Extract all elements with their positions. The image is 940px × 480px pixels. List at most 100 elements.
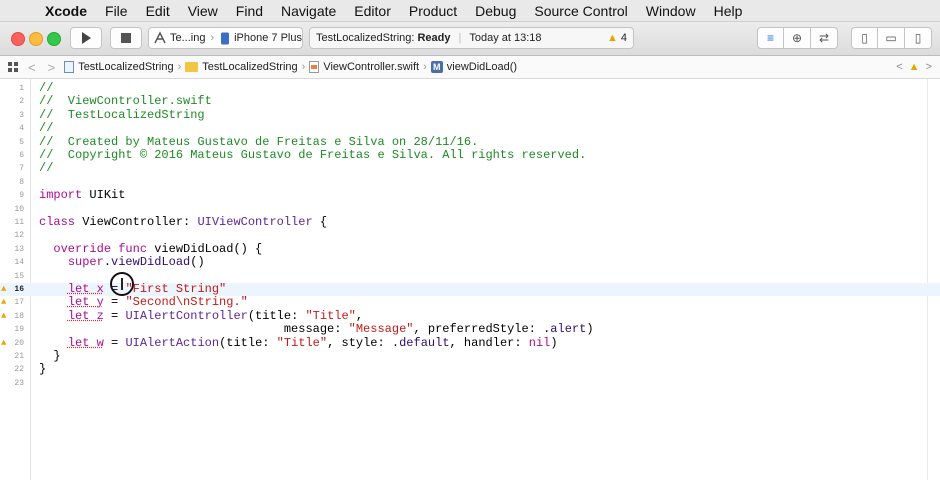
code-line[interactable]: 5 // Created by Mateus Gustavo de Freitas… xyxy=(0,134,940,149)
code-line[interactable]: 7 // xyxy=(0,162,940,175)
code-text: let w = UIAlertAction(title: "Title", st… xyxy=(39,335,558,350)
code-line[interactable]: 1 // xyxy=(0,82,940,95)
breadcrumb-file[interactable]: ViewController.swift xyxy=(306,61,422,73)
iphone-icon xyxy=(219,31,231,45)
code-token: "Title" xyxy=(305,308,356,323)
menu-source-control[interactable]: Source Control xyxy=(525,3,636,19)
run-button[interactable] xyxy=(70,27,102,49)
device-name: iPhone 7 Plus xyxy=(234,32,302,44)
breadcrumb-project[interactable]: TestLocalizedString xyxy=(61,61,176,73)
code-line[interactable]: ▲ 17 let y = "Second\nString." xyxy=(0,296,940,309)
related-items-icon[interactable] xyxy=(8,62,18,72)
project-file-icon xyxy=(64,61,75,73)
jump-bar: < > TestLocalizedString › TestLocalizedS… xyxy=(0,56,940,79)
code-line[interactable]: 11 class ViewController: UIViewController… xyxy=(0,216,940,229)
line-number: 5 xyxy=(19,137,24,147)
menu-view[interactable]: View xyxy=(179,3,227,19)
code-text: // Copyright © 2016 Mateus Gustavo de Fr… xyxy=(39,149,586,162)
code-token: // TestLocalizedString xyxy=(39,107,205,122)
menu-edit[interactable]: Edit xyxy=(137,3,179,19)
code-line[interactable]: 22} xyxy=(0,363,940,376)
code-line[interactable]: 12 xyxy=(0,229,940,242)
zoom-window-button[interactable] xyxy=(47,32,61,46)
app-target-icon xyxy=(153,31,167,45)
menu-find[interactable]: Find xyxy=(227,3,272,19)
code-line[interactable]: 3 // TestLocalizedString xyxy=(0,107,940,122)
code-text: import UIKit xyxy=(39,189,125,202)
menu-help[interactable]: Help xyxy=(705,3,752,19)
code-token: class xyxy=(39,215,76,229)
previous-issue-icon[interactable]: < xyxy=(896,61,902,73)
line-number: 13 xyxy=(14,244,24,254)
code-token: UIKit xyxy=(82,188,126,203)
code-token: // ViewController.swift xyxy=(39,94,212,109)
line-number: 11 xyxy=(14,218,24,227)
code-token: , handler: xyxy=(449,335,529,350)
navigator-toggle-icon[interactable]: ▯ xyxy=(851,27,878,49)
code-line[interactable]: 13 override func viewDidLoad() { xyxy=(0,242,940,256)
code-line[interactable]: 14 super.viewDidLoad() xyxy=(0,256,940,269)
warnings-indicator[interactable]: ▲ 4 xyxy=(607,32,627,44)
breadcrumb-method[interactable]: M viewDidLoad() xyxy=(428,61,520,73)
line-number: 19 xyxy=(14,325,24,335)
code-line[interactable]: ▲ 16 let x = "First String" xyxy=(0,283,940,296)
stop-button[interactable] xyxy=(110,27,142,49)
source-editor[interactable]: 1 // 2 // ViewController.swift 3 // TestLocal… xyxy=(0,79,940,480)
code-line[interactable]: 15 xyxy=(0,270,940,283)
line-number: 7 xyxy=(19,164,24,174)
code-token: // Created by Mateus Gustavo de Freitas … xyxy=(39,134,479,149)
back-icon[interactable]: < xyxy=(22,60,42,75)
menu-bar: Xcode File Edit View Find Navigate Edito… xyxy=(0,0,940,22)
code-text: // ViewController.swift xyxy=(39,95,212,108)
folder-icon xyxy=(185,62,199,72)
code-line[interactable]: ▲ 18 let z = UIAlertController(title: "Ti… xyxy=(0,308,940,323)
code-line[interactable]: 2 // ViewController.swift xyxy=(0,95,940,108)
menu-debug[interactable]: Debug xyxy=(466,3,525,19)
code-text: message: "Message", preferredStyle: .ale… xyxy=(39,323,594,336)
code-token: ) xyxy=(550,335,558,350)
code-line[interactable]: 6 // Copyright © 2016 Mateus Gustavo de F… xyxy=(0,149,940,162)
code-text: super.viewDidLoad() xyxy=(39,256,205,269)
menu-editor[interactable]: Editor xyxy=(345,3,400,19)
code-line[interactable]: 19 message: "Message", preferredStyle: .… xyxy=(0,323,940,336)
close-window-button[interactable] xyxy=(11,32,25,46)
code-line[interactable]: 21 } xyxy=(0,350,940,363)
breadcrumb-group[interactable]: TestLocalizedString xyxy=(182,61,300,73)
code-text: override func viewDidLoad() { xyxy=(39,242,262,256)
status-divider: | xyxy=(458,32,462,44)
code-text: } xyxy=(39,350,60,363)
utilities-toggle-icon[interactable]: ▯ xyxy=(905,27,932,49)
next-issue-icon[interactable]: > xyxy=(926,61,932,73)
minimize-window-button[interactable] xyxy=(29,32,43,46)
breadcrumb-method-label: viewDidLoad() xyxy=(446,61,518,73)
code-line[interactable]: ▲ 20 let w = UIAlertAction(title: "Title"… xyxy=(0,335,940,350)
code-token: = xyxy=(103,295,126,310)
code-line[interactable]: 8 xyxy=(0,176,940,189)
code-token: "Message" xyxy=(348,322,414,337)
menu-navigate[interactable]: Navigate xyxy=(272,3,345,19)
code-line[interactable]: 23 xyxy=(0,377,940,390)
debug-area-toggle-icon[interactable]: ▭ xyxy=(878,27,905,49)
menu-product[interactable]: Product xyxy=(400,3,466,19)
method-icon: M xyxy=(430,61,443,73)
warning-icon[interactable]: ▲ xyxy=(909,61,920,73)
standard-editor-icon[interactable]: ≡ xyxy=(757,27,784,49)
code-token: "Second\nString." xyxy=(125,295,248,310)
version-editor-icon[interactable]: ⇄ xyxy=(811,27,838,49)
code-line[interactable]: 9 import UIKit xyxy=(0,189,940,202)
scheme-selector[interactable]: Te...ing › iPhone 7 Plus xyxy=(148,27,303,49)
code-line[interactable]: 4 // xyxy=(0,122,940,135)
line-number: 20 xyxy=(14,338,24,348)
assistant-editor-icon[interactable]: ⊕ xyxy=(784,27,811,49)
line-number: 12 xyxy=(14,231,24,241)
line-number: 17 xyxy=(14,298,24,308)
menu-app-xcode[interactable]: Xcode xyxy=(36,3,96,19)
menu-file[interactable]: File xyxy=(96,3,137,19)
code-token: let y xyxy=(67,295,104,310)
window-toolbar: Te...ing › iPhone 7 Plus TestLocalizedSt… xyxy=(0,22,940,56)
forward-icon[interactable]: > xyxy=(42,60,62,75)
menu-window[interactable]: Window xyxy=(637,3,705,19)
code-line[interactable]: 10 xyxy=(0,203,940,216)
code-token: // xyxy=(39,121,54,136)
code-token: ViewController: xyxy=(75,215,198,229)
